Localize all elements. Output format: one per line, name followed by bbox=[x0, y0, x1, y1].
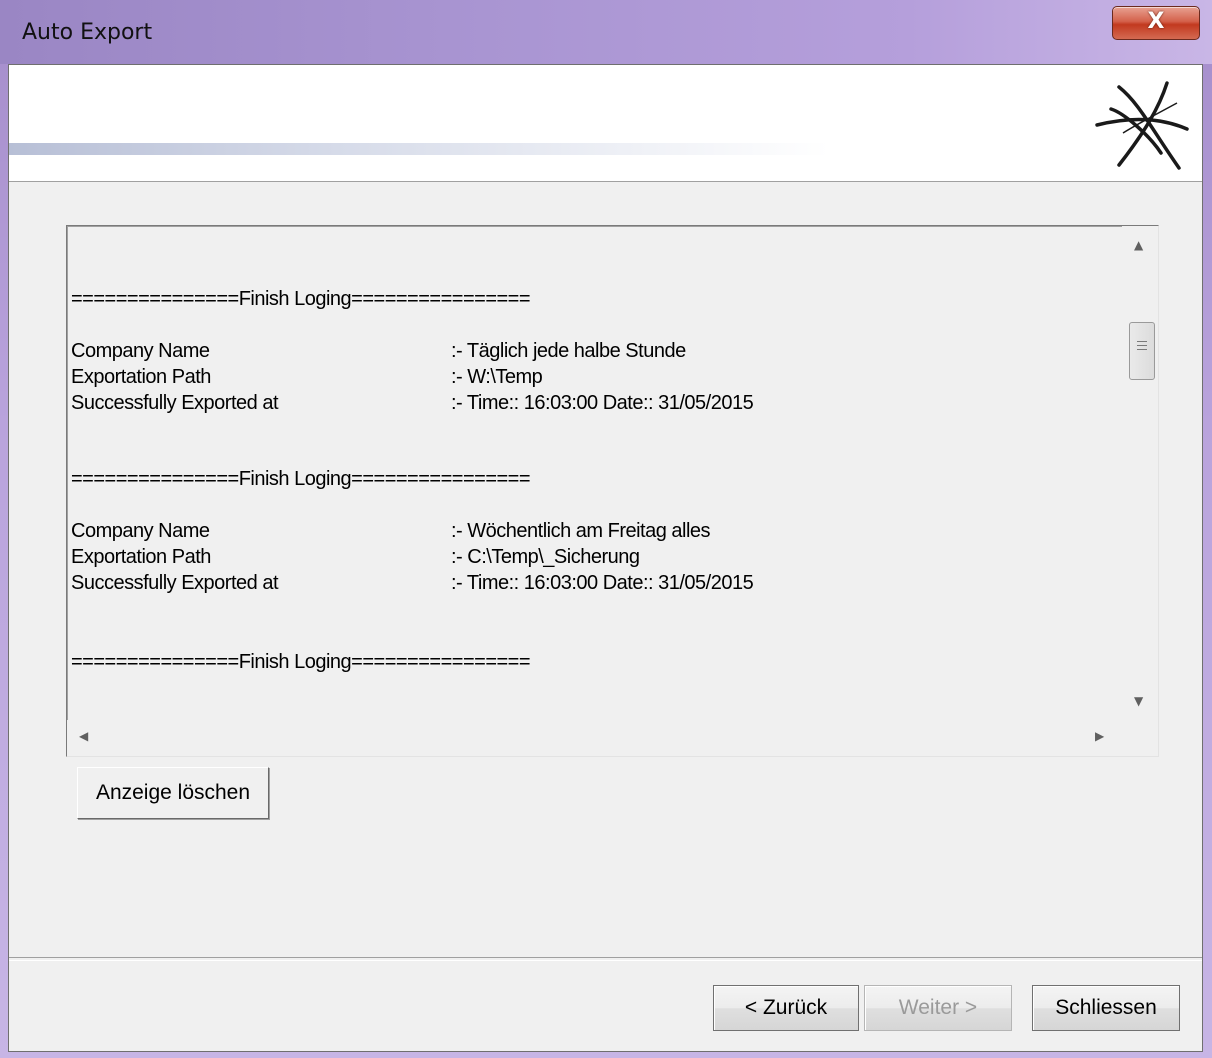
window-title: Auto Export bbox=[22, 20, 153, 45]
log-separator: ===============Finish Loging============… bbox=[71, 468, 531, 490]
log-value: :- Time:: 16:03:00 Date:: 31/05/2015 bbox=[451, 572, 754, 594]
log-label: Successfully Exported at bbox=[71, 392, 279, 414]
close-button[interactable]: Schliessen bbox=[1032, 985, 1180, 1031]
log-separator: ===============Finish Loging============… bbox=[71, 651, 531, 673]
scroll-left-icon[interactable]: ◀ bbox=[79, 729, 88, 743]
log-value: :- W:\Temp bbox=[451, 366, 543, 388]
log-row-path: Exportation Path :- C:\Temp\_Sicherung bbox=[71, 544, 640, 570]
log-label: Successfully Exported at bbox=[71, 572, 279, 594]
vertical-scrollbar[interactable]: ▲ ▼ bbox=[1122, 226, 1158, 720]
log-label: Exportation Path bbox=[71, 366, 211, 388]
scroll-corner bbox=[1122, 720, 1158, 756]
scroll-down-icon[interactable]: ▼ bbox=[1134, 694, 1143, 708]
log-value: :- Täglich jede halbe Stunde bbox=[451, 340, 686, 362]
close-window-button[interactable]: X bbox=[1112, 6, 1200, 40]
log-separator: ===============Finish Loging============… bbox=[71, 288, 531, 310]
header-banner bbox=[9, 65, 1202, 182]
auto-export-window: Auto Export X ===============Finish Logi… bbox=[0, 0, 1212, 1058]
log-value: :- C:\Temp\_Sicherung bbox=[451, 546, 640, 568]
app-logo-icon bbox=[1095, 81, 1189, 170]
log-row-company: Company Name :- Wöchentlich am Freitag a… bbox=[71, 518, 711, 544]
log-label: Company Name bbox=[71, 340, 210, 362]
horizontal-scrollbar[interactable]: ◀ ▶ bbox=[67, 720, 1123, 756]
grip-icon bbox=[1137, 341, 1147, 342]
next-button[interactable]: Weiter > bbox=[864, 985, 1012, 1031]
clear-display-button[interactable]: Anzeige löschen bbox=[77, 767, 269, 819]
header-stripe bbox=[9, 143, 829, 155]
back-button[interactable]: < Zurück bbox=[713, 985, 859, 1031]
log-output-box[interactable]: ===============Finish Loging============… bbox=[66, 225, 1159, 757]
log-label: Exportation Path bbox=[71, 546, 211, 568]
log-value: :- Time:: 16:03:00 Date:: 31/05/2015 bbox=[451, 392, 754, 414]
log-value: :- Wöchentlich am Freitag alles bbox=[451, 520, 711, 542]
title-bar[interactable]: Auto Export X bbox=[0, 0, 1212, 64]
scroll-up-icon[interactable]: ▲ bbox=[1134, 238, 1143, 252]
dialog-client-area: ===============Finish Loging============… bbox=[8, 64, 1203, 1052]
log-label: Company Name bbox=[71, 520, 210, 542]
vertical-scroll-thumb[interactable] bbox=[1129, 322, 1155, 380]
close-icon: X bbox=[1147, 9, 1165, 34]
footer-divider bbox=[9, 957, 1202, 961]
scroll-right-icon[interactable]: ▶ bbox=[1095, 729, 1104, 743]
log-row-path: Exportation Path :- W:\Temp bbox=[71, 364, 543, 390]
log-row-exported: Successfully Exported at :- Time:: 16:03… bbox=[71, 390, 754, 416]
log-row-exported: Successfully Exported at :- Time:: 16:03… bbox=[71, 570, 754, 596]
log-row-company: Company Name :- Täglich jede halbe Stund… bbox=[71, 338, 686, 364]
